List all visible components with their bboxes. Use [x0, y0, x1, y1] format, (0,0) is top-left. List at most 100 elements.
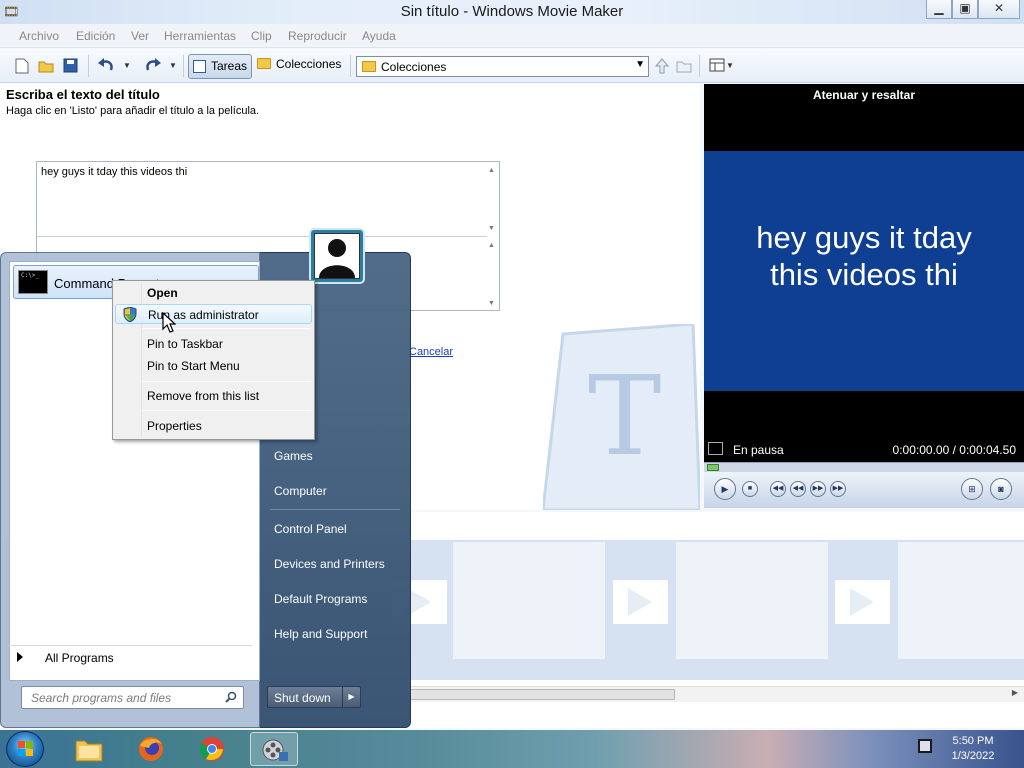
ctx-pin-to-start-menu[interactable]: Pin to Start Menu [115, 356, 312, 376]
new-folder-icon[interactable] [676, 58, 692, 73]
maximize-button[interactable]: ▣ [952, 0, 978, 19]
chevron-down-icon: ▼ [635, 59, 645, 70]
monitor-icon [708, 442, 723, 455]
undo-dropdown-icon[interactable]: ▼ [123, 56, 131, 76]
ctx-open[interactable]: Open [115, 283, 312, 303]
taskbar-firefox[interactable] [127, 732, 175, 766]
colecciones-button[interactable]: Colecciones [257, 57, 341, 71]
tasks-icon [193, 60, 206, 73]
taskbar: 5:50 PM 1/3/2022 [0, 730, 1024, 768]
start-button[interactable] [6, 731, 44, 767]
storyboard-scrollbar[interactable]: ▶ [410, 686, 1024, 702]
taskbar-chrome[interactable] [188, 732, 236, 766]
user-avatar[interactable] [309, 228, 365, 284]
network-icon[interactable] [918, 739, 932, 753]
start-games[interactable]: Games [274, 449, 313, 463]
ctx-properties[interactable]: Properties [115, 416, 312, 436]
redo-dropdown-icon[interactable]: ▼ [169, 56, 177, 76]
menu-herramientas[interactable]: Herramientas [164, 29, 236, 43]
view-dropdown-icon[interactable]: ▼ [726, 56, 734, 76]
play-button[interactable]: ▶ [714, 478, 736, 500]
minimize-button[interactable]: ▁ [926, 0, 952, 19]
redo-icon[interactable] [144, 58, 162, 73]
shutdown-options-arrow[interactable]: ▶ [342, 687, 360, 707]
system-clock[interactable]: 5:50 PM 1/3/2022 [941, 734, 1005, 764]
start-help-support[interactable]: Help and Support [274, 627, 367, 641]
mouse-cursor-icon [162, 312, 176, 333]
task-heading: Escriba el texto del título [6, 87, 160, 102]
stop-button[interactable]: ■ [742, 481, 758, 497]
firefox-icon [139, 737, 163, 761]
scrollbar-thumb[interactable] [410, 689, 675, 700]
uac-shield-icon [123, 307, 137, 322]
window-title: Sin título - Windows Movie Maker [400, 3, 624, 20]
scroll-right-icon[interactable]: ▶ [1012, 688, 1018, 697]
preview-monitor: Atenuar y resaltar hey guys it tday this… [704, 84, 1024, 508]
menu-ver[interactable]: Ver [131, 29, 149, 43]
search-icon[interactable] [225, 691, 237, 703]
ctx-run-as-administrator[interactable]: Run as administrator [115, 304, 312, 324]
start-default-programs[interactable]: Default Programs [274, 592, 367, 606]
time-readout: 0:00:00.00 / 0:00:04.50 [892, 443, 1016, 457]
scrollbar[interactable]: ▲ ▼ [485, 162, 499, 236]
rewind-button[interactable]: ◀◀ [790, 481, 806, 497]
all-programs-button[interactable]: All Programs [17, 651, 114, 665]
menu-clip[interactable]: Clip [251, 29, 272, 43]
seek-bar[interactable] [704, 462, 1024, 472]
start-search-input[interactable]: Search programs and files [21, 686, 244, 709]
title-text-value: hey guys it tday this videos thi [41, 166, 188, 178]
taskbar-movie-maker[interactable] [250, 732, 298, 766]
storyboard-cell[interactable] [676, 542, 828, 659]
menu-edicion[interactable]: Edición [76, 29, 115, 43]
undo-icon[interactable] [97, 58, 115, 73]
snapshot-camera-button[interactable]: ◙ [990, 478, 1012, 500]
storyboard-cell[interactable] [453, 542, 605, 659]
tareas-button[interactable]: Tareas [188, 54, 252, 79]
collections-dropdown[interactable]: Colecciones ▼ [356, 56, 649, 77]
playback-controls: ▶ ■ ◀◀ ◀◀ ▶▶ ▶▶ ⊞ ◙ [704, 472, 1024, 508]
triangle-right-icon [17, 652, 23, 662]
divider [37, 236, 487, 237]
movie-maker-icon [262, 739, 288, 761]
view-options-icon[interactable] [709, 58, 725, 72]
transition-slot[interactable] [613, 580, 668, 624]
open-project-icon[interactable] [38, 58, 54, 74]
start-control-panel[interactable]: Control Panel [274, 522, 347, 536]
ctx-pin-to-taskbar[interactable]: Pin to Taskbar [115, 334, 312, 354]
menu-bar: Archivo Edición Ver Herramientas Clip Re… [0, 24, 1024, 48]
menu-reproducir[interactable]: Reproducir [288, 29, 347, 43]
scrollbar[interactable]: ▲ ▼ [485, 237, 499, 311]
folder-icon [257, 58, 271, 69]
menu-ayuda[interactable]: Ayuda [362, 29, 396, 43]
seek-handle[interactable] [707, 464, 719, 471]
new-project-icon[interactable] [15, 58, 29, 74]
start-computer[interactable]: Computer [274, 484, 327, 498]
title-bar[interactable]: 🎞 Sin título - Windows Movie Maker ▁ ▣ ✕ [0, 0, 1024, 24]
cancel-link[interactable]: Cancelar [409, 346, 453, 358]
previous-frame-button[interactable]: ◀◀ [770, 481, 786, 497]
command-prompt-icon: C:\>_ [18, 270, 48, 294]
user-icon [319, 239, 355, 278]
storyboard-cell[interactable] [898, 542, 1024, 659]
context-menu: Open Run as administrator Pin to Taskbar… [112, 280, 315, 440]
start-devices-printers[interactable]: Devices and Printers [274, 557, 385, 571]
save-project-icon[interactable] [63, 58, 78, 73]
folder-icon [362, 61, 376, 72]
next-frame-button[interactable]: ▶▶ [830, 481, 846, 497]
split-clip-button[interactable]: ⊞ [961, 478, 983, 500]
close-button[interactable]: ✕ [978, 0, 1020, 19]
menu-archivo[interactable]: Archivo [19, 29, 59, 43]
fast-forward-button[interactable]: ▶▶ [810, 481, 826, 497]
up-level-icon[interactable] [655, 58, 669, 74]
shutdown-button[interactable]: Shut down ▶ [267, 686, 361, 708]
task-hint: Haga clic en 'Listo' para añadir el títu… [6, 105, 260, 117]
chrome-icon [199, 737, 224, 761]
svg-text:T: T [588, 352, 661, 480]
transition-slot[interactable] [835, 580, 890, 624]
folder-icon [75, 740, 103, 762]
ctx-remove-from-list[interactable]: Remove from this list [115, 386, 312, 406]
preview-screen[interactable]: hey guys it tday this videos thi [704, 151, 1024, 391]
title-watermark: T [543, 324, 700, 510]
toolbar: ▼ ▼ Tareas Colecciones Colecciones ▼ ▼ [0, 49, 1024, 83]
taskbar-file-explorer[interactable] [65, 732, 113, 766]
